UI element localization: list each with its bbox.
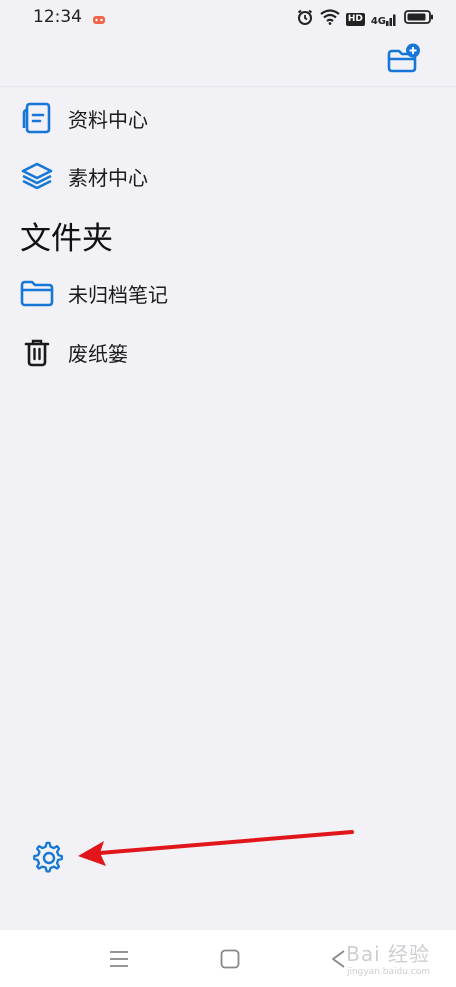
document-icon xyxy=(18,100,56,136)
hd-icon: HD xyxy=(345,12,365,26)
new-folder-button[interactable] xyxy=(386,42,422,76)
trash-icon xyxy=(18,334,56,370)
folder-plus-icon xyxy=(387,43,420,73)
game-icon xyxy=(92,11,106,30)
folder-icon xyxy=(18,275,56,311)
folder-item-unarchived-notes[interactable]: 未归档笔记 xyxy=(18,271,168,315)
menu-item-material-center[interactable]: 素材中心 xyxy=(18,154,148,198)
folder-item-label: 未归档笔记 xyxy=(68,282,168,307)
wifi-icon xyxy=(320,9,340,29)
folder-item-label: 废纸篓 xyxy=(68,341,128,366)
watermark-subtext: jingyan.baidu.com xyxy=(346,967,430,977)
menu-item-resource-center[interactable]: 资料中心 xyxy=(18,96,148,140)
menu-item-label: 资料中心 xyxy=(68,107,148,132)
gear-icon xyxy=(33,841,63,873)
alarm-icon xyxy=(296,8,314,30)
menu-icon[interactable] xyxy=(108,948,130,974)
folders-section-title: 文件夹 xyxy=(20,221,113,257)
menu-item-label: 素材中心 xyxy=(68,165,148,190)
watermark-text: Bai 经验 xyxy=(346,942,430,966)
status-time: 12:34 xyxy=(33,7,82,27)
watermark: Bai 经验 jingyan.baidu.com xyxy=(346,938,430,977)
signal-icon: 4G xyxy=(371,11,398,27)
header-divider xyxy=(0,86,456,87)
battery-icon xyxy=(404,9,434,29)
network-label: 4G xyxy=(370,16,386,27)
layers-icon xyxy=(18,158,56,194)
annotation-arrow xyxy=(78,830,354,866)
settings-button[interactable] xyxy=(32,841,66,875)
status-bar: 12:34 HD 4G xyxy=(0,0,456,36)
folder-item-trash[interactable]: 废纸篓 xyxy=(18,330,128,374)
home-icon[interactable] xyxy=(219,948,241,974)
